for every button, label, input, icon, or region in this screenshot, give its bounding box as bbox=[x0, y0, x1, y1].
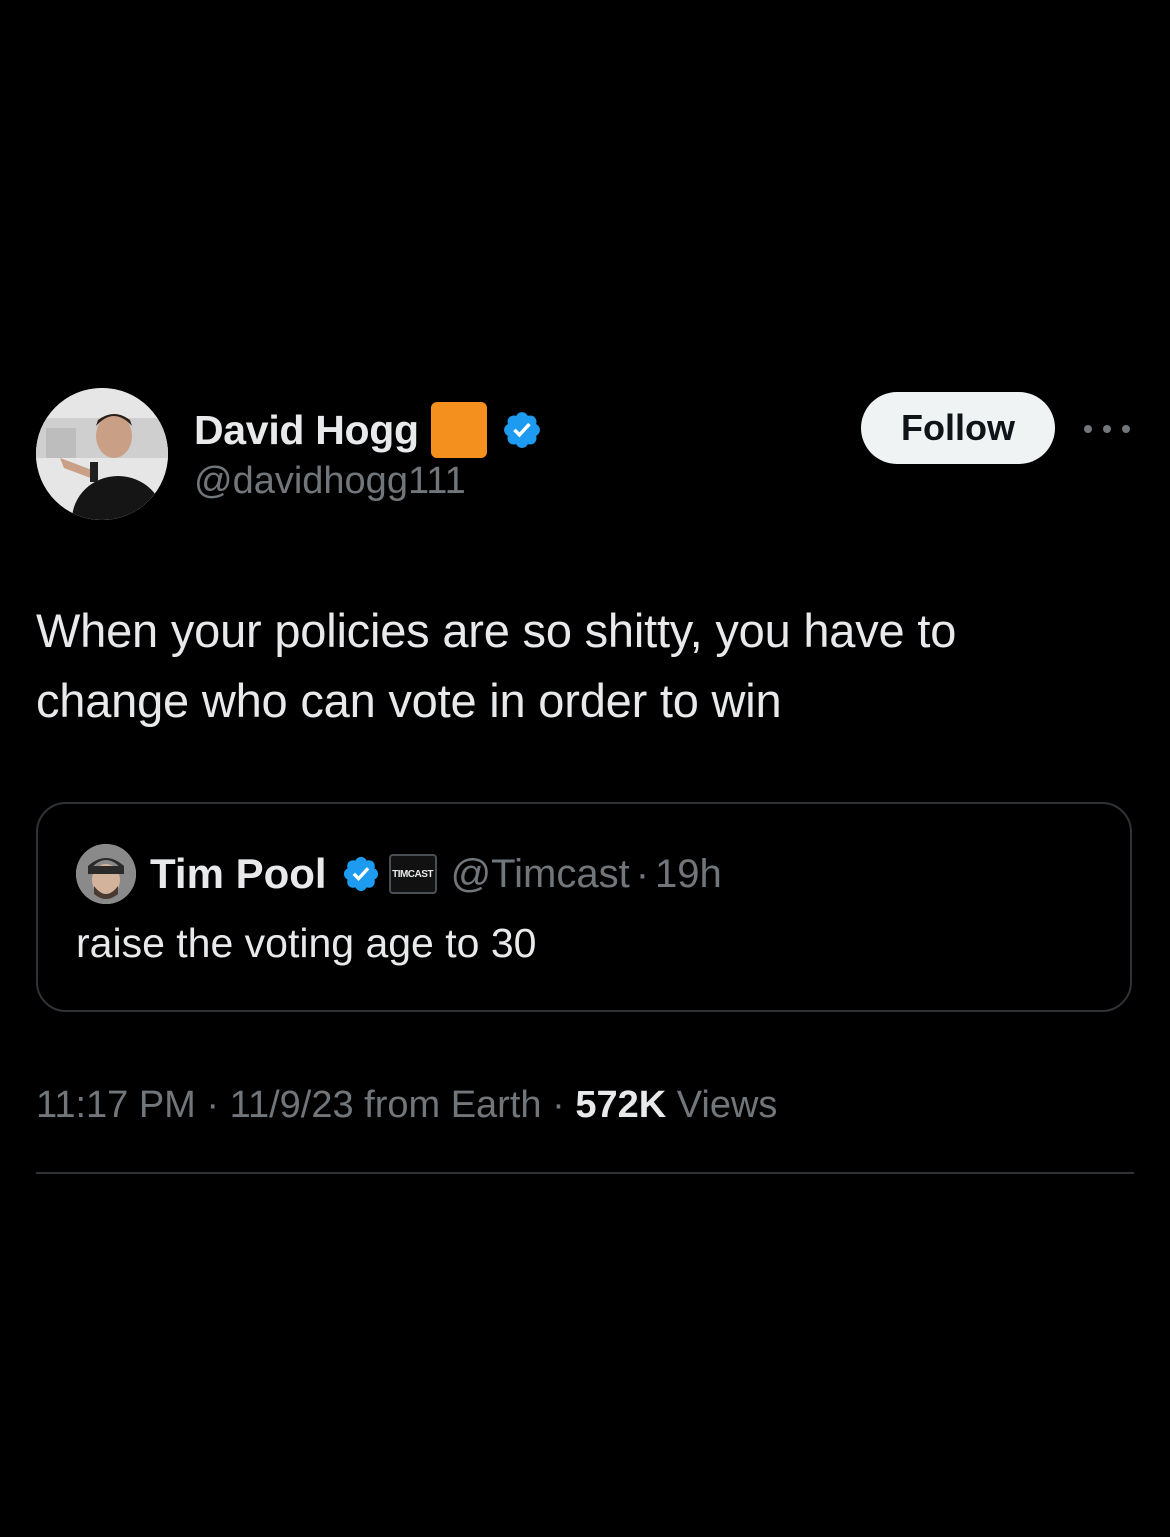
author-avatar-photo bbox=[36, 388, 168, 520]
more-options-icon[interactable] bbox=[1084, 416, 1130, 442]
quote-avatar-photo bbox=[76, 844, 136, 904]
tweet-meta: 11:17 PM · 11/9/23 from Earth · 572K Vie… bbox=[36, 1084, 777, 1127]
more-dot bbox=[1084, 425, 1092, 433]
tweet-text-line: When your policies are so shitty, you ha… bbox=[36, 604, 957, 657]
author-avatar[interactable] bbox=[36, 388, 168, 520]
meta-separator: · bbox=[552, 1084, 576, 1126]
follow-button[interactable]: Follow bbox=[861, 392, 1055, 464]
verified-badge-icon[interactable] bbox=[501, 409, 543, 451]
quote-verified-badge-icon bbox=[343, 856, 378, 892]
author-name-row: David Hogg bbox=[194, 402, 543, 458]
tweet-text: When your policies are so shitty, you ha… bbox=[36, 596, 1134, 736]
views-count: 572K bbox=[575, 1084, 667, 1126]
orange-square-emoji bbox=[430, 402, 487, 458]
quoted-tweet-card[interactable]: Tim Pool TIMCAST @Timcast · 19h raise th… bbox=[36, 802, 1132, 1012]
quote-timestamp: 19h bbox=[655, 851, 722, 896]
more-dot bbox=[1122, 425, 1130, 433]
author-handle[interactable]: @davidhogg111 bbox=[194, 460, 466, 503]
more-dot bbox=[1103, 425, 1111, 433]
quote-text: raise the voting age to 30 bbox=[76, 920, 537, 966]
tweet-date-source[interactable]: 11/9/23 from Earth bbox=[230, 1084, 542, 1126]
views-label: Views bbox=[676, 1084, 778, 1126]
timcast-affiliate-badge: TIMCAST bbox=[388, 854, 437, 894]
divider bbox=[36, 1172, 1134, 1174]
tweet-time[interactable]: 11:17 PM bbox=[36, 1084, 196, 1126]
quote-header: Tim Pool TIMCAST @Timcast · 19h bbox=[150, 844, 722, 904]
author-display-name[interactable]: David Hogg bbox=[194, 407, 419, 454]
quote-author-name: Tim Pool bbox=[150, 850, 327, 897]
quote-separator: · bbox=[635, 851, 650, 896]
meta-separator: · bbox=[206, 1084, 230, 1126]
quote-author-handle: @Timcast bbox=[450, 851, 630, 896]
tweet-text-line: change who can vote in order to win bbox=[36, 674, 782, 727]
quote-author-avatar[interactable] bbox=[76, 844, 136, 904]
tweet-detail: David Hogg @davidhogg111 Follow When you… bbox=[0, 0, 1170, 1537]
